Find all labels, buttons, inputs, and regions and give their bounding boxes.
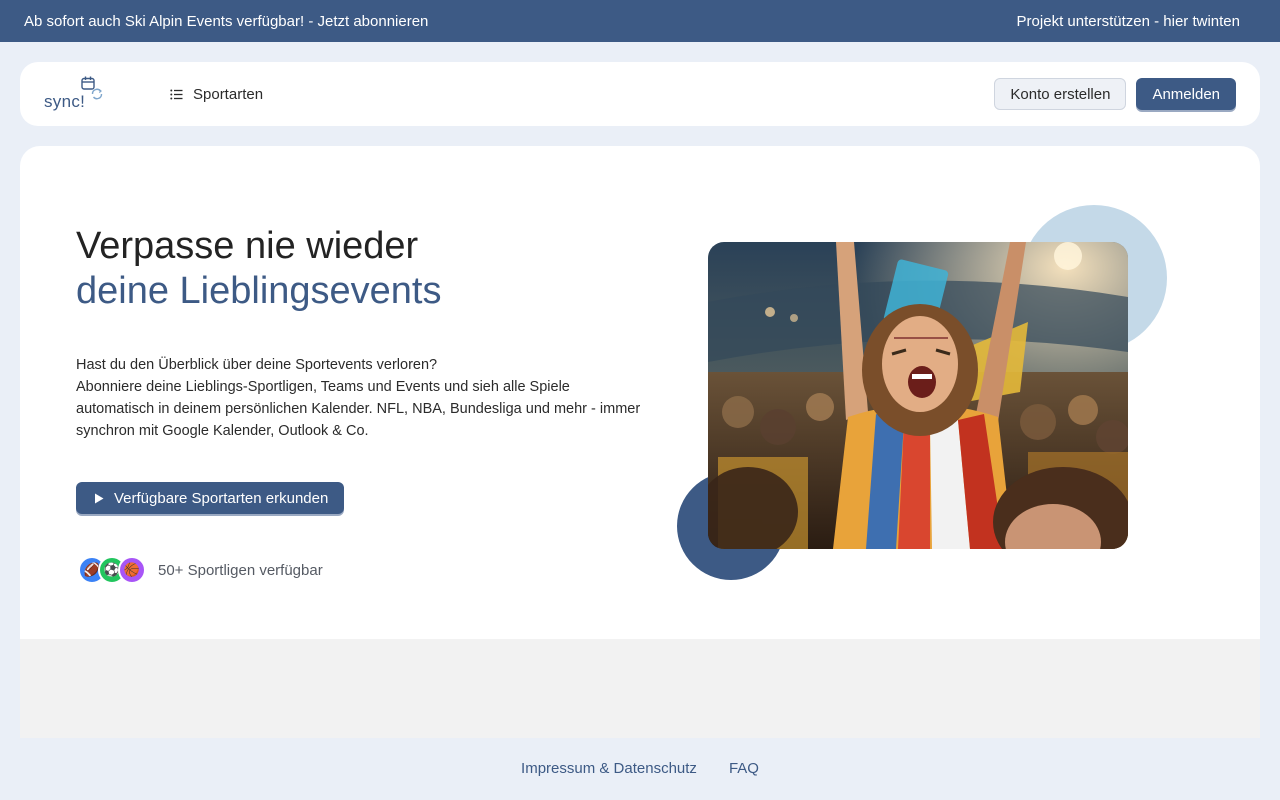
stadium-fan-illustration (708, 242, 1128, 549)
hero-description-question: Hast du den Überblick über deine Sportev… (76, 357, 438, 373)
content-band (20, 639, 1260, 738)
hero-image-celebrating-fan (708, 242, 1128, 549)
announcement-link[interactable]: Ab sofort auch Ski Alpin Events verfügba… (24, 13, 428, 30)
create-account-button[interactable]: Konto erstellen (994, 78, 1127, 110)
sync-icon (91, 88, 103, 100)
leagues-info: 🏈 ⚽ 🏀 50+ Sportligen verfügbar (78, 556, 323, 584)
hero-section: Verpasse nie wieder deine Lieblingsevent… (20, 146, 1260, 639)
nav-sports-label: Sportarten (193, 85, 264, 103)
hero-title-line1: Verpasse nie wieder (76, 225, 419, 267)
hero-description: Hast du den Überblick über deine Sportev… (76, 354, 646, 442)
announcement-bar: Ab sofort auch Ski Alpin Events verfügba… (0, 0, 1280, 42)
hero-title-line2: deine Lieblingsevents (76, 270, 442, 312)
basketball-icon: 🏀 (118, 556, 146, 584)
list-icon (170, 89, 183, 99)
nav-sports[interactable]: Sportarten (170, 86, 263, 103)
footer: Impressum & Datenschutz FAQ (0, 760, 1280, 788)
logo-text: sync! (44, 92, 86, 111)
play-icon (95, 493, 104, 503)
header-actions: Konto erstellen Anmelden (994, 78, 1236, 110)
explore-sports-button[interactable]: Verfügbare Sportarten erkunden (76, 482, 345, 514)
leagues-count-text: 50+ Sportligen verfügbar (158, 561, 323, 579)
hero-title: Verpasse nie wieder deine Lieblingsevent… (76, 224, 442, 314)
hero-description-body: Abonniere deine Lieblings-Sportligen, Te… (76, 379, 641, 439)
login-button[interactable]: Anmelden (1136, 78, 1236, 110)
logo[interactable]: sync! (44, 76, 106, 112)
support-project-link[interactable]: Projekt unterstützen - hier twinten (1017, 13, 1240, 30)
site-header: sync! Sportarten Konto erstellen Anmelde… (20, 62, 1260, 126)
imprint-privacy-link[interactable]: Impressum & Datenschutz (521, 760, 697, 788)
explore-sports-label: Verfügbare Sportarten erkunden (114, 489, 329, 507)
faq-link[interactable]: FAQ (729, 760, 759, 788)
